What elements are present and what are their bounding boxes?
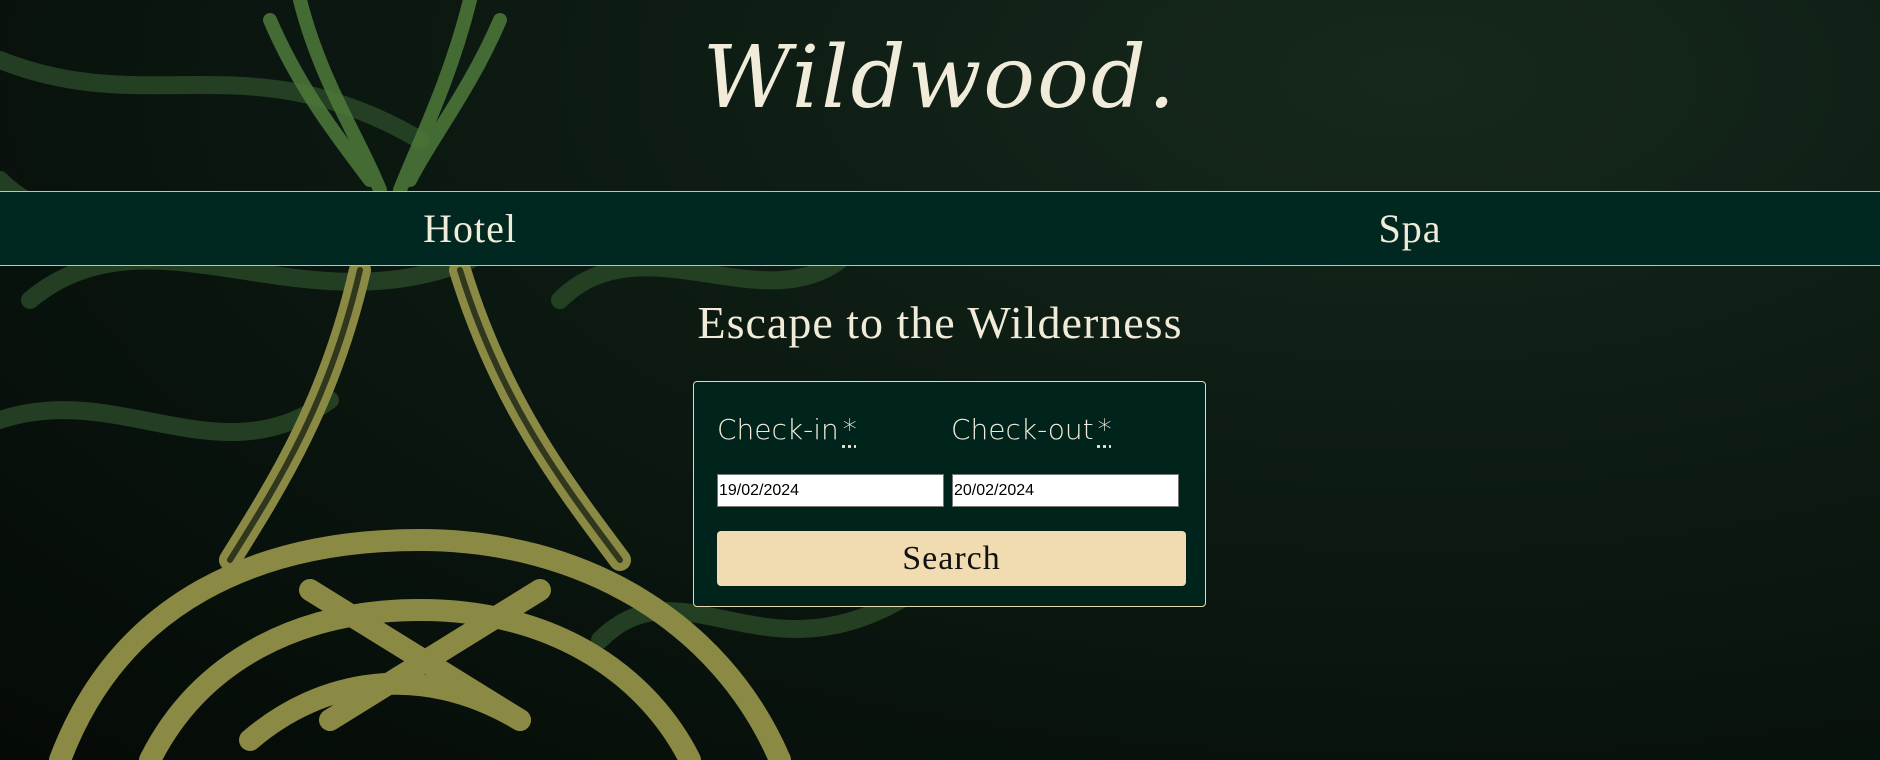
checkout-date-input[interactable] (952, 474, 1179, 507)
page-headline: Escape to the Wilderness (697, 297, 1183, 348)
nav-item-hotel[interactable]: Hotel (0, 192, 940, 265)
required-mark: * (842, 413, 857, 446)
main-nav: Hotel Spa (0, 191, 1880, 266)
checkin-date-input[interactable] (717, 474, 944, 507)
checkin-label: Check-in (717, 413, 839, 446)
nav-item-spa[interactable]: Spa (940, 192, 1880, 265)
checkin-field: Check-in * (717, 412, 857, 448)
checkout-label: Check-out (951, 413, 1094, 446)
logo[interactable]: Wildwood. (0, 28, 1880, 128)
required-mark: * (1097, 413, 1112, 446)
checkout-field: Check-out * (951, 412, 1112, 448)
booking-form: Check-in * Check-out * Search (693, 381, 1206, 607)
search-button[interactable]: Search (717, 531, 1186, 586)
